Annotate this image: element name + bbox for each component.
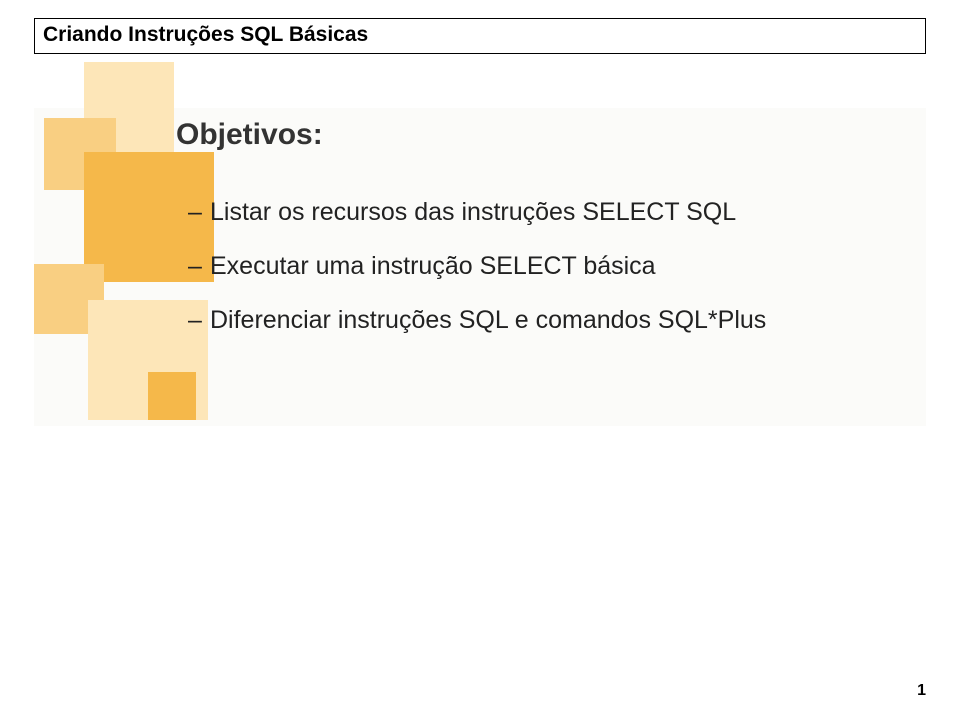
bullet-list: Listar os recursos das instruções SELECT… [188, 196, 908, 357]
list-item: Diferenciar instruções SQL e comandos SQ… [188, 304, 908, 338]
decor-square [148, 372, 196, 420]
slide-page: Criando Instruções SQL Básicas Objetivos… [0, 0, 960, 720]
header-box: Criando Instruções SQL Básicas [34, 18, 926, 54]
page-title: Criando Instruções SQL Básicas [43, 23, 917, 47]
list-item: Executar uma instrução SELECT básica [188, 250, 908, 284]
list-item: Listar os recursos das instruções SELECT… [188, 196, 908, 230]
page-number: 1 [917, 682, 926, 700]
section-heading: Objetivos: [176, 118, 323, 152]
